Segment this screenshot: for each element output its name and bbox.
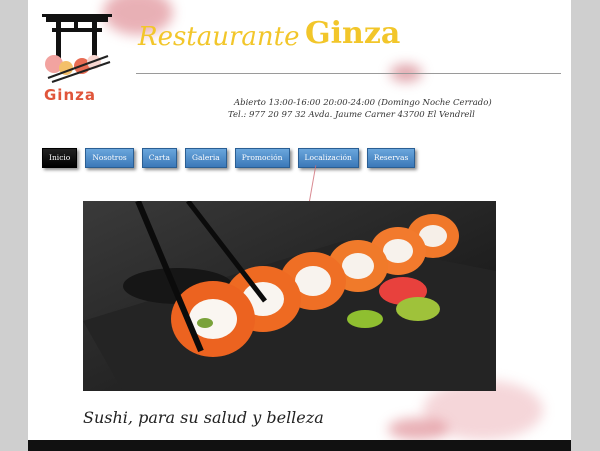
nav-galeria[interactable]: Galeria xyxy=(185,148,227,168)
nav-inicio[interactable]: Inicio xyxy=(42,148,78,168)
opening-hours: Abierto 13:00-16:00 20:00-24:00 (Domingo… xyxy=(234,98,492,108)
nav-nosotros[interactable]: Nosotros xyxy=(85,148,134,168)
page-container: Ginza Restaurante Ginza Abierto 13:00-16… xyxy=(28,0,571,451)
hero-tagline: Sushi, para su salud y belleza xyxy=(83,408,324,427)
main-nav: Inicio Nosotros Carta Galeria Promoción … xyxy=(42,148,416,168)
hero-sushi-image xyxy=(83,201,496,391)
footer-bar xyxy=(28,440,571,451)
nav-promocion[interactable]: Promoción xyxy=(234,148,290,168)
nav-localizacion[interactable]: Localización xyxy=(297,148,359,168)
logo-text: Ginza xyxy=(44,86,96,104)
blossom-decoration xyxy=(388,418,448,440)
contact-address: Tel.: 977 20 97 32 Avda. Jaume Carner 43… xyxy=(228,110,475,120)
nav-carta[interactable]: Carta xyxy=(141,148,177,168)
site-title-bold: Ginza xyxy=(305,16,401,51)
site-title-script: Restaurante xyxy=(138,22,300,52)
nav-reservas[interactable]: Reservas xyxy=(366,148,416,168)
blossom-decoration xyxy=(308,165,317,203)
header-divider xyxy=(136,73,561,74)
